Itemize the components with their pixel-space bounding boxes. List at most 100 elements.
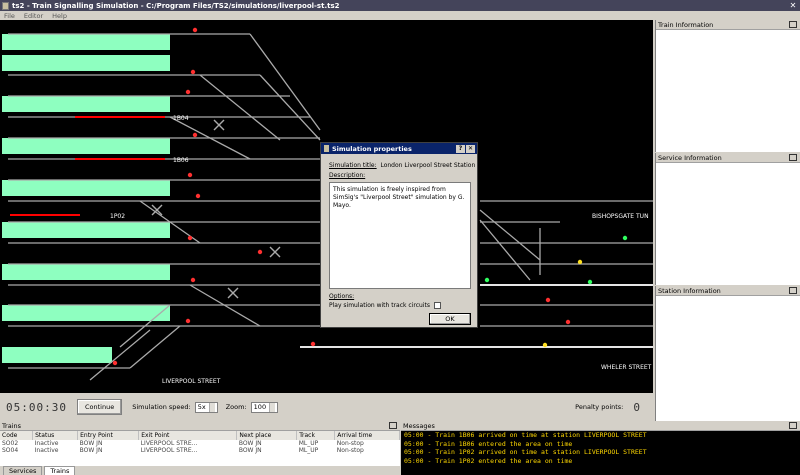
platform [2, 264, 170, 280]
station-info-panel: Station Information [655, 286, 800, 421]
table-row[interactable]: SO04 Inactive BOW JN LIVERPOOL STRE... B… [0, 447, 400, 454]
cell: SO02 [2, 440, 19, 447]
penalty-label: Penalty points: [575, 403, 624, 411]
signal-yellow[interactable] [577, 259, 583, 265]
cell: Inactive [34, 447, 59, 454]
message-line: 05:00 - Train 1P02 arrived on time at st… [404, 448, 647, 456]
message-line: 05:00 - Train 1B06 entered the area on t… [404, 439, 573, 448]
train-label-1b04[interactable]: 1B04 [173, 115, 189, 122]
col-status[interactable]: Status [32, 431, 79, 440]
spin-arrows-icon[interactable] [208, 402, 215, 412]
window-close-button[interactable]: ✕ [788, 1, 798, 10]
col-exit[interactable]: Exit Point [138, 431, 238, 440]
trains-table[interactable]: Code Status Entry Point Exit Point Next … [0, 431, 400, 454]
speed-label: Simulation speed: [132, 403, 191, 411]
signals-other[interactable] [484, 235, 628, 348]
signal-red[interactable] [545, 297, 551, 303]
signal-red[interactable] [190, 69, 196, 75]
col-entry[interactable]: Entry Point [77, 431, 140, 440]
col-arrival[interactable]: Arrival time [334, 431, 400, 440]
signal-red[interactable] [192, 27, 198, 33]
speed-spinbox[interactable]: 5x [194, 401, 218, 413]
table-header: Code Status Entry Point Exit Point Next … [0, 431, 400, 440]
message-line: 05:00 - Train 1P02 entered the area on t… [404, 456, 573, 465]
restore-icon[interactable] [789, 287, 797, 294]
signal-red[interactable] [112, 360, 118, 366]
signal-red[interactable] [185, 89, 191, 95]
signal-green[interactable] [484, 277, 490, 283]
cell: ML_UP [298, 447, 319, 454]
ok-button[interactable]: OK [429, 313, 471, 325]
menu-help[interactable]: Help [52, 12, 67, 20]
restore-icon[interactable] [389, 422, 397, 429]
signal-green[interactable] [587, 279, 593, 285]
window-title: ts2 - Train Signalling Simulation - C:/P… [12, 1, 340, 10]
restore-icon[interactable] [789, 422, 797, 429]
signal-red[interactable] [195, 193, 201, 199]
simulation-properties-dialog: Simulation properties ? ✕ Simulation titl… [320, 142, 478, 328]
signal-red[interactable] [257, 249, 263, 255]
platform [2, 305, 170, 321]
dialog-title-bar[interactable]: Simulation properties ? ✕ [321, 143, 477, 154]
train-info-panel: Train Information [655, 20, 800, 152]
sim-title-value: London Liverpool Street Station [380, 162, 476, 169]
sim-title-row: Simulation title: London Liverpool Stree… [329, 162, 475, 169]
col-code[interactable]: Code [0, 431, 34, 440]
signal-red[interactable] [187, 172, 193, 178]
cell: BOW JN [238, 447, 262, 454]
restore-icon[interactable] [789, 154, 797, 161]
speed-value: 5x [197, 403, 206, 411]
col-next-place[interactable]: Next place [236, 431, 298, 440]
track-circuits-label: Play simulation with track circuits [329, 302, 430, 309]
title-bar: ts2 - Train Signalling Simulation - C:/P… [0, 0, 800, 11]
messages-title: Messages [403, 421, 435, 430]
cell: BOW JN [238, 440, 262, 447]
sim-clock: 05:00:30 [6, 400, 67, 414]
signal-red[interactable] [187, 235, 193, 241]
signal-red[interactable] [310, 341, 316, 347]
simulation-controls: 05:00:30 Continue Simulation speed: 5x Z… [0, 393, 653, 421]
dialog-close-button[interactable]: ✕ [466, 144, 475, 153]
description-label: Description: [329, 172, 366, 179]
cell: LIVERPOOL STRE... [140, 447, 198, 454]
menu-editor[interactable]: Editor [24, 12, 43, 20]
occupied-segments [10, 116, 165, 216]
tab-trains[interactable]: Trains [44, 466, 76, 475]
app-icon [2, 1, 9, 10]
trains-pane: Trains Code Status Entry Point Exit Poin… [0, 421, 400, 475]
description-textbox[interactable]: This simulation is freely inspired from … [329, 182, 471, 289]
zoom-spinbox[interactable]: 100 [250, 401, 279, 413]
platforms [2, 34, 170, 363]
signal-yellow[interactable] [542, 342, 548, 348]
track-circuits-row: Play simulation with track circuits [329, 302, 441, 309]
spin-arrows-icon[interactable] [269, 402, 276, 412]
service-info-panel: Service Information [655, 153, 800, 285]
cell: SO04 [2, 447, 19, 454]
dialog-app-icon [324, 145, 329, 152]
signal-green[interactable] [622, 235, 628, 241]
signal-red[interactable] [185, 318, 191, 324]
platform [2, 222, 170, 238]
help-button[interactable]: ? [456, 144, 465, 153]
sim-title-label: Simulation title: [329, 162, 377, 169]
train-label-1b06[interactable]: 1B06 [173, 157, 189, 164]
options-label: Options: [329, 293, 355, 300]
place-label-bishopsgate: BISHOPSGATE TUN [592, 213, 649, 220]
signal-red[interactable] [190, 277, 196, 283]
restore-icon[interactable] [789, 21, 797, 28]
menu-file[interactable]: File [4, 12, 15, 20]
col-track[interactable]: Track [296, 431, 336, 440]
signal-red[interactable] [565, 319, 571, 325]
tab-services[interactable]: Services [3, 466, 43, 475]
continue-button[interactable]: Continue [76, 399, 123, 415]
signal-red[interactable] [192, 132, 198, 138]
platform [2, 96, 170, 112]
track-circuits-checkbox[interactable] [433, 302, 441, 309]
trains-title: Trains [2, 421, 21, 430]
dialog-title: Simulation properties [332, 144, 412, 153]
table-row[interactable]: SO02 Inactive BOW JN LIVERPOOL STRE... B… [0, 440, 400, 447]
zoom-label: Zoom: [225, 403, 247, 411]
cell: BOW JN [79, 447, 103, 454]
cell: LIVERPOOL STRE... [140, 440, 198, 447]
train-label-1p02[interactable]: 1P02 [110, 213, 125, 220]
